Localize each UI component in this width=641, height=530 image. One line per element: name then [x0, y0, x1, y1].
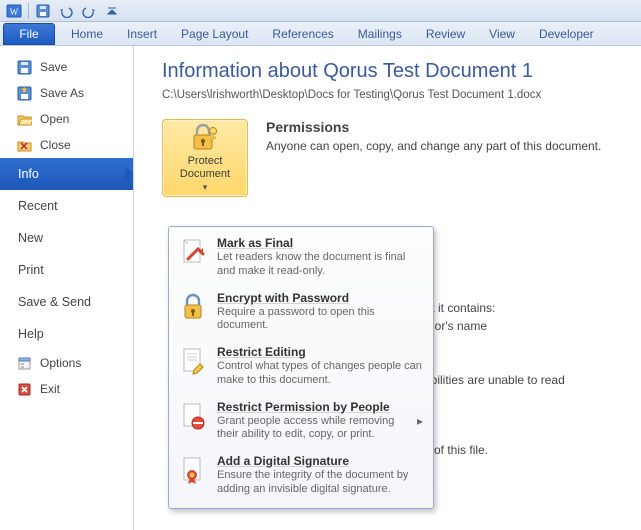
qat-undo-button[interactable]	[55, 2, 77, 20]
permissions-section: Protect Document ▾ Permissions Anyone ca…	[162, 119, 623, 197]
close-icon	[16, 137, 32, 153]
menu-item-desc: Control what types of changes people can…	[217, 360, 423, 388]
sidebar-recent-label: Recent	[18, 199, 58, 213]
protect-document-label: Protect Document	[167, 155, 243, 179]
menu-item-title: Encrypt with Password	[217, 291, 423, 305]
sidebar-close[interactable]: Close	[0, 132, 133, 158]
sidebar-recent[interactable]: Recent	[0, 190, 133, 222]
tab-review[interactable]: Review	[414, 22, 477, 46]
protect-document-button[interactable]: Protect Document ▾	[162, 119, 248, 197]
menu-item-title: Mark as Final	[217, 236, 423, 250]
permissions-heading: Permissions	[266, 119, 601, 135]
sidebar-save-label: Save	[40, 60, 67, 74]
exit-icon	[16, 381, 32, 397]
sidebar-options[interactable]: Options	[0, 350, 133, 376]
submenu-arrow-icon: ▸	[417, 414, 423, 428]
menu-item-desc: Require a password to open this document…	[217, 306, 423, 334]
sidebar-open-label: Open	[40, 112, 69, 126]
menu-restrict-permission[interactable]: Restrict Permission by People Grant peop…	[171, 395, 431, 450]
menu-item-desc: Ensure the integrity of the document by …	[217, 469, 423, 497]
protect-document-menu: Mark as Final Let readers know the docum…	[168, 226, 434, 509]
sidebar-options-label: Options	[40, 356, 81, 370]
quick-access-toolbar: W	[0, 0, 641, 22]
tab-insert[interactable]: Insert	[115, 22, 169, 46]
menu-encrypt-password[interactable]: Encrypt with Password Require a password…	[171, 286, 431, 341]
menu-digital-signature[interactable]: Add a Digital Signature Ensure the integ…	[171, 449, 431, 504]
sidebar-save-as-label: Save As	[40, 86, 84, 100]
encrypt-icon	[179, 291, 207, 323]
ribbon-tabs: File Home Insert Page Layout References …	[0, 22, 641, 46]
sidebar-open[interactable]: Open	[0, 106, 133, 132]
file-tab-label: File	[19, 27, 38, 41]
dropdown-indicator-icon: ▾	[203, 182, 208, 193]
menu-item-title: Restrict Editing	[217, 345, 423, 359]
sidebar-print-label: Print	[18, 263, 44, 277]
sidebar-exit-label: Exit	[40, 382, 60, 396]
sidebar-print[interactable]: Print	[0, 254, 133, 286]
options-icon	[16, 355, 32, 371]
document-path: C:\Users\lrishworth\Desktop\Docs for Tes…	[162, 89, 623, 101]
restrict-permission-icon	[179, 400, 207, 432]
page-title: Information about Qorus Test Document 1	[162, 60, 623, 83]
permissions-description: Anyone can open, copy, and change any pa…	[266, 139, 601, 153]
tab-developer[interactable]: Developer	[527, 22, 606, 46]
sidebar-save-as[interactable]: Save As	[0, 80, 133, 106]
save-as-icon	[16, 85, 32, 101]
qat-redo-button[interactable]	[78, 2, 100, 20]
sidebar-info-label: Info	[18, 167, 39, 181]
tab-references[interactable]: References	[260, 22, 345, 46]
sidebar-save-send[interactable]: Save & Send	[0, 286, 133, 318]
mark-final-icon	[179, 236, 207, 268]
permissions-text-block: Permissions Anyone can open, copy, and c…	[266, 119, 601, 153]
sidebar-info[interactable]: Info	[0, 158, 133, 190]
tab-mailings[interactable]: Mailings	[346, 22, 414, 46]
signature-icon	[179, 454, 207, 486]
sidebar-save-send-label: Save & Send	[18, 295, 91, 309]
menu-item-title: Add a Digital Signature	[217, 454, 423, 468]
sidebar-close-label: Close	[40, 138, 71, 152]
restrict-editing-icon	[179, 345, 207, 377]
menu-item-desc: Let readers know the document is final a…	[217, 251, 423, 279]
tab-home[interactable]: Home	[59, 22, 115, 46]
backstage-sidebar: Save Save As Open Close Info Recent New …	[0, 46, 134, 530]
tab-page-layout[interactable]: Page Layout	[169, 22, 260, 46]
menu-item-desc: Grant people access while removing their…	[217, 415, 407, 443]
open-icon	[16, 111, 32, 127]
sidebar-save[interactable]: Save	[0, 54, 133, 80]
tab-view[interactable]: View	[477, 22, 527, 46]
qat-customize-button[interactable]	[101, 2, 123, 20]
menu-mark-as-final[interactable]: Mark as Final Let readers know the docum…	[171, 231, 431, 286]
sidebar-exit[interactable]: Exit	[0, 376, 133, 402]
qat-save-button[interactable]	[32, 2, 54, 20]
sidebar-help[interactable]: Help	[0, 318, 133, 350]
sidebar-new-label: New	[18, 231, 43, 245]
word-app-icon[interactable]: W	[3, 2, 25, 20]
svg-text:W: W	[10, 7, 19, 17]
file-tab[interactable]: File	[3, 23, 55, 45]
lock-key-icon	[188, 123, 222, 153]
bg-text-fragment: sabilities are unable to read	[418, 373, 565, 387]
menu-restrict-editing[interactable]: Restrict Editing Control what types of c…	[171, 340, 431, 395]
sidebar-new[interactable]: New	[0, 222, 133, 254]
sidebar-help-label: Help	[18, 327, 44, 341]
save-icon	[16, 59, 32, 75]
menu-item-title: Restrict Permission by People	[217, 400, 407, 414]
